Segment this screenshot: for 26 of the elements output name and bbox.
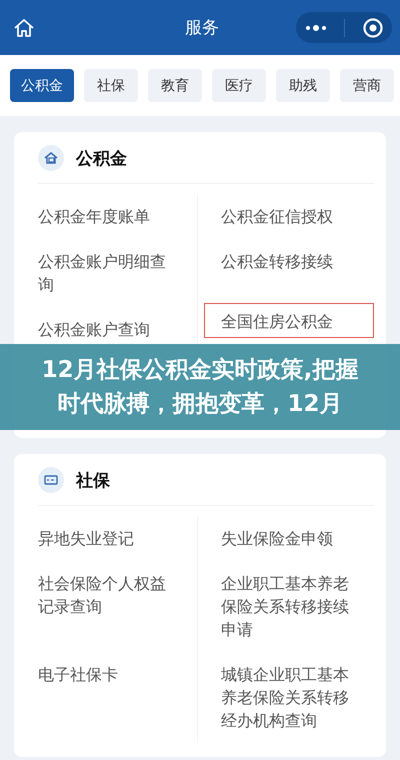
category-tab[interactable]: 营商 xyxy=(340,69,394,102)
house-icon xyxy=(38,145,64,171)
category-tab[interactable]: 教育 xyxy=(148,69,202,102)
service-link[interactable]: 社会保险个人权益记录查询 xyxy=(38,561,174,618)
service-link[interactable]: 公积金账户查询 xyxy=(38,307,174,341)
service-link[interactable]: 公积金账户明细查询 xyxy=(38,239,174,296)
close-button[interactable] xyxy=(362,16,384,38)
category-tab[interactable]: 社保 xyxy=(84,69,138,102)
service-link[interactable]: 全国住房公积金 xyxy=(204,303,374,338)
service-link[interactable]: 电子社保卡 xyxy=(38,652,174,686)
service-link[interactable]: 城镇企业职工基本养老保险关系转移经办机构查询 xyxy=(204,652,357,732)
service-link[interactable]: 企业职工基本养老保险关系转移接续申请 xyxy=(204,561,357,641)
service-link[interactable]: 异地失业登记 xyxy=(38,516,174,550)
service-link[interactable]: 公积金转移接续 xyxy=(204,239,357,273)
page-title: 服务 xyxy=(184,17,220,39)
category-tab[interactable]: 医疗 xyxy=(212,69,266,102)
service-link[interactable]: 公积金征信授权 xyxy=(204,194,357,228)
card-title: 公积金 xyxy=(76,148,127,170)
more-button[interactable] xyxy=(304,24,326,32)
service-link[interactable]: 失业保险金申领 xyxy=(204,516,357,550)
category-tab[interactable]: 公积金 xyxy=(10,69,74,102)
service-link[interactable]: 公积金年度账单 xyxy=(38,194,174,228)
id-card-icon xyxy=(38,467,64,493)
card-title: 社保 xyxy=(76,470,110,492)
banner-title: 12月社保公积金实时政策,把握时代脉搏，拥抱变革，12月 xyxy=(40,356,360,419)
category-tab[interactable]: 助残 xyxy=(276,69,330,102)
